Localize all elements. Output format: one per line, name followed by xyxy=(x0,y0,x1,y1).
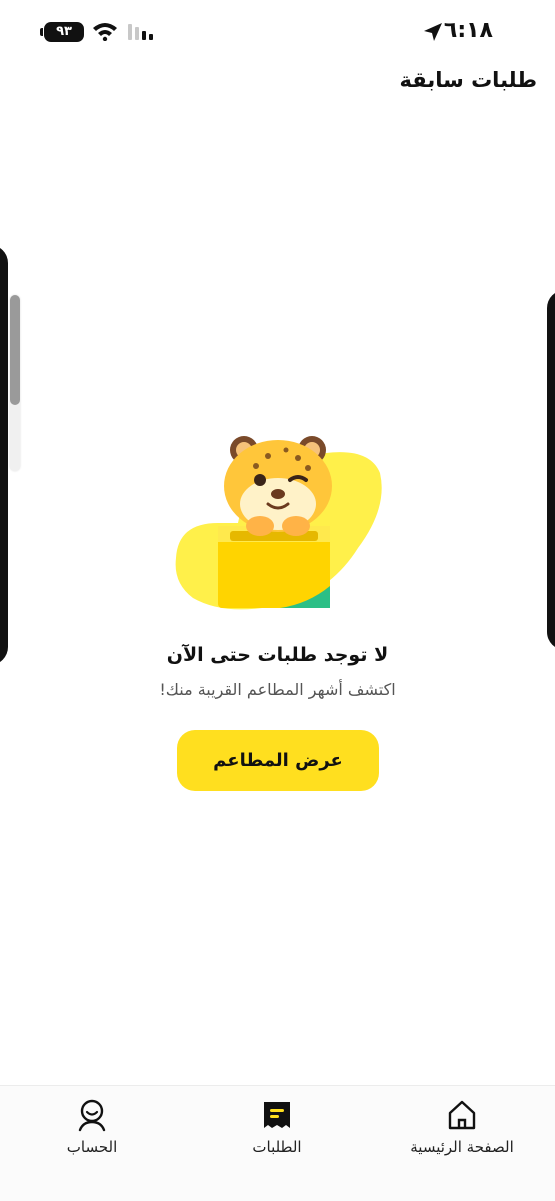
screen-edge-left xyxy=(0,245,8,665)
cellular-signal-icon xyxy=(128,24,153,40)
battery-icon: ٩٣ xyxy=(40,22,84,42)
account-icon xyxy=(78,1099,106,1132)
page-title: طلبات سابقة xyxy=(399,68,538,92)
screen-edge-right xyxy=(547,290,555,650)
scrollbar[interactable] xyxy=(10,295,20,471)
nav-tab-orders[interactable]: الطلبات xyxy=(202,1098,352,1168)
browse-restaurants-button[interactable]: عرض المطاعم xyxy=(177,730,379,791)
scrollbar-thumb[interactable] xyxy=(10,295,20,405)
status-bar: ٩٣ ٦:١٨ xyxy=(0,0,555,62)
wifi-icon xyxy=(93,23,117,41)
empty-state-subtitle: اكتشف أشهر المطاعم القريبة منك! xyxy=(159,680,396,699)
cheetah-in-box-illustration xyxy=(175,436,382,610)
nav-tab-home[interactable]: الصفحة الرئيسية xyxy=(387,1098,537,1168)
battery-level: ٩٣ xyxy=(56,24,72,39)
status-time: ٦:١٨ xyxy=(443,18,493,43)
location-arrow-icon xyxy=(424,23,442,41)
browse-restaurants-button-label: عرض المطاعم xyxy=(213,750,343,771)
empty-state-title: لا توجد طلبات حتى الآن xyxy=(166,644,389,666)
nav-tab-home-label: الصفحة الرئيسية xyxy=(410,1138,514,1156)
nav-tab-account-label: الحساب xyxy=(66,1138,118,1156)
home-icon xyxy=(448,1100,476,1130)
nav-tab-account[interactable]: الحساب xyxy=(17,1098,167,1168)
nav-tab-orders-label: الطلبات xyxy=(252,1138,302,1156)
orders-receipt-icon xyxy=(264,1102,290,1128)
bottom-navigation: الصفحة الرئيسية الطلبات الحساب xyxy=(0,1085,555,1201)
